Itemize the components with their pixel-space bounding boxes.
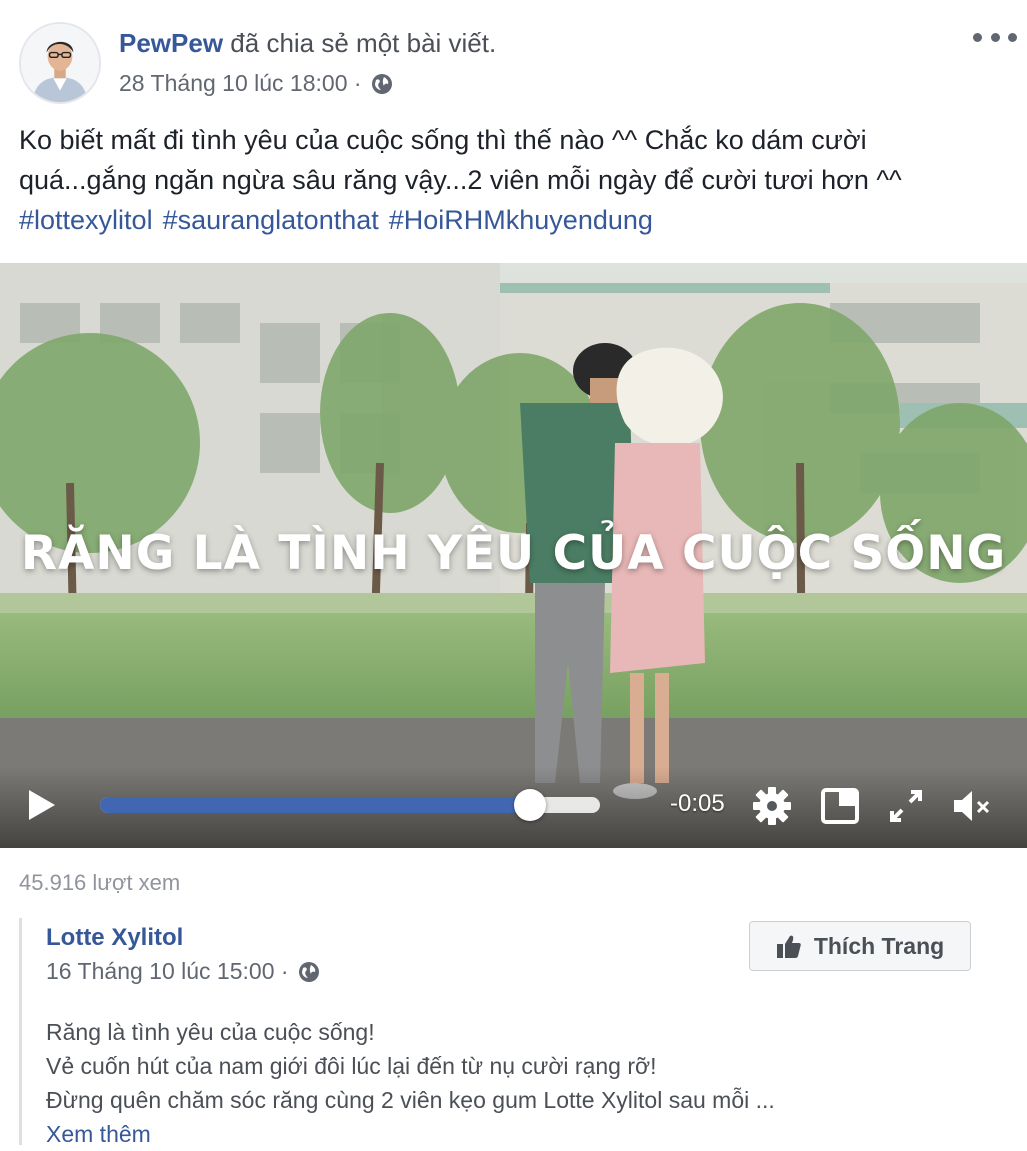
progress-fill [100,797,530,813]
like-page-button[interactable]: Thích Trang [749,921,971,971]
shared-text-line: Vẻ cuốn hút của nam giới đôi lúc lại đến… [46,1053,657,1079]
hashtags: #lottexylitol #sauranglatonthat #HoiRHMkhu… [19,200,1009,240]
shared-post-timestamp[interactable]: 16 Tháng 10 lúc 15:00 · [46,958,289,985]
author-line: PewPew đã chia sẻ một bài viết. [119,28,496,59]
thumbs-up-icon [776,935,801,958]
author-name[interactable]: PewPew [119,28,223,58]
settings-icon[interactable] [750,784,794,828]
hashtag-link[interactable]: #HoiRHMkhuyendung [389,205,653,235]
globe-icon[interactable] [370,72,394,96]
post-text: Ko biết mất đi tình yêu của cuộc sống th… [19,120,1009,240]
video-player[interactable]: RĂNG LÀ TÌNH YÊU CỦA CUỘC SỐNG -0:05 [0,263,1027,848]
video-controls: -0:05 [0,766,1027,848]
avatar-photo [21,24,99,102]
avatar[interactable] [19,22,101,104]
progress-scrubber[interactable] [514,789,546,821]
hashtag-link[interactable]: #lottexylitol [19,205,153,235]
video-caption: RĂNG LÀ TÌNH YÊU CỦA CUỘC SỐNG [20,526,1007,581]
play-icon[interactable] [27,788,57,822]
share-action-text: đã chia sẻ một bài viết. [230,28,497,58]
globe-icon[interactable] [297,960,321,984]
post-header: PewPew đã chia sẻ một bài viết. 28 Tháng… [0,0,1027,110]
shared-post-text: Răng là tình yêu của cuộc sống! Vẻ cuốn … [46,1015,775,1151]
shared-text-line: Răng là tình yêu của cuộc sống! [46,1019,375,1045]
hashtag-link[interactable]: #sauranglatonthat [163,205,379,235]
shared-text-line: Đừng quên chăm sóc răng cùng 2 viên kẹo … [46,1087,775,1113]
fullscreen-icon[interactable] [884,784,928,828]
time-remaining: -0:05 [670,790,725,817]
post-meta: 28 Tháng 10 lúc 18:00 · [119,70,394,97]
shared-page-name[interactable]: Lotte Xylitol [46,924,183,952]
progress-bar[interactable] [100,789,600,821]
like-page-label: Thích Trang [813,932,945,959]
shared-post-meta: 16 Tháng 10 lúc 15:00 · [46,958,321,985]
post-text-line: Ko biết mất đi tình yêu của cuộc sống th… [19,125,867,155]
more-options-icon[interactable] [973,22,1017,52]
post-timestamp[interactable]: 28 Tháng 10 lúc 18:00 · [119,70,362,97]
picture-in-picture-icon[interactable] [818,784,862,828]
muted-icon[interactable] [950,784,994,828]
see-more-link[interactable]: Xem thêm [46,1121,151,1147]
view-count: 45.916 lượt xem [19,870,181,895]
shared-post: Lotte Xylitol 16 Tháng 10 lúc 15:00 · Th… [19,918,1012,1147]
post-text-line: quá...gắng ngăn ngừa sâu răng vậy...2 vi… [19,165,902,195]
